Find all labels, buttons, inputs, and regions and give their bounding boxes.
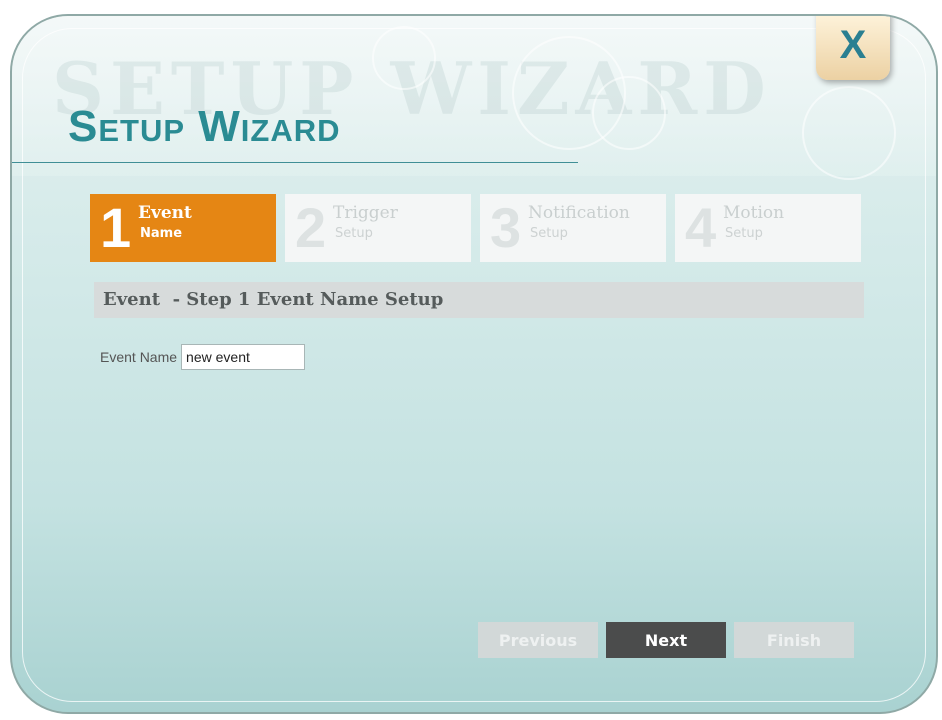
step-tab-notification-setup[interactable]: 3 Notification Setup [480, 194, 666, 262]
wizard-title: Setup Wizard [68, 102, 341, 151]
decorative-bubble [592, 76, 666, 150]
step-number: 2 [295, 196, 327, 259]
step-tab-event-name[interactable]: 1 Event Name [90, 194, 276, 262]
close-icon: X [839, 22, 867, 67]
decorative-bubble [372, 26, 436, 90]
step-number: 1 [100, 196, 132, 259]
step-label: Trigger [333, 203, 398, 223]
finish-button[interactable]: Finish [734, 622, 854, 658]
section-title: Event - Step 1 Event Name Setup [94, 282, 864, 318]
step-sublabel: Name [140, 226, 183, 241]
setup-wizard-dialog: SETUP WIZARD Setup Wizard X 1 Event Name… [10, 14, 938, 714]
close-button[interactable]: X [816, 16, 890, 80]
wizard-buttons: Previous Next Finish [478, 622, 862, 658]
previous-button[interactable]: Previous [478, 622, 598, 658]
step-tab-motion-setup[interactable]: 4 Motion Setup [675, 194, 861, 262]
decorative-bubble [802, 86, 896, 180]
event-name-label: Event Name [100, 349, 178, 365]
step-number: 4 [685, 196, 717, 259]
step-sublabel: Setup [725, 226, 763, 241]
event-name-input[interactable] [181, 344, 306, 370]
step-label: Notification [528, 203, 630, 223]
step-label: Event [138, 203, 192, 223]
step-tabs: 1 Event Name 2 Trigger Setup 3 Notificat… [90, 194, 870, 262]
event-name-row: Event Name [100, 344, 306, 370]
step-sublabel: Setup [335, 226, 373, 241]
step-label: Motion [723, 203, 785, 223]
step-number: 3 [490, 196, 522, 259]
next-button[interactable]: Next [606, 622, 726, 658]
step-sublabel: Setup [530, 226, 568, 241]
step-tab-trigger-setup[interactable]: 2 Trigger Setup [285, 194, 471, 262]
title-divider [12, 162, 578, 163]
